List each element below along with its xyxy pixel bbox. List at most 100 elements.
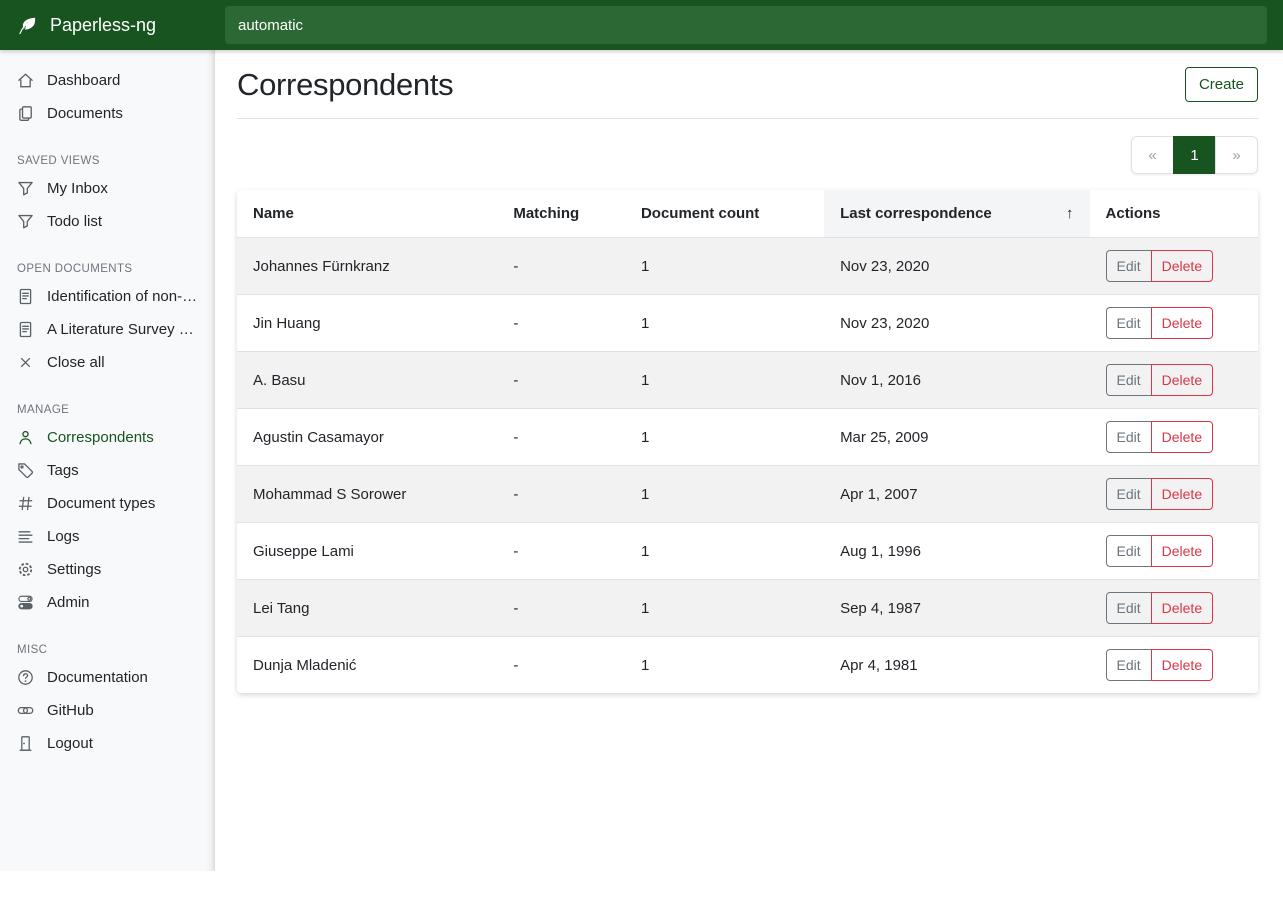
toggles-icon: [17, 594, 34, 611]
delete-button[interactable]: Delete: [1151, 478, 1213, 510]
delete-button[interactable]: Delete: [1151, 592, 1213, 624]
cell-last-correspondence: Sep 4, 1987: [824, 580, 1089, 637]
cell-last-correspondence: Nov 23, 2020: [824, 238, 1089, 295]
sidebar-item-label: A Literature Survey on ...: [47, 321, 198, 338]
table-row: Johannes Fürnkranz - 1 Nov 23, 2020 Edit…: [237, 238, 1258, 295]
sidebar-item-label: Document types: [47, 495, 155, 512]
delete-button[interactable]: Delete: [1151, 250, 1213, 282]
cell-matching: -: [497, 637, 625, 694]
sidebar-item-documents[interactable]: Documents: [0, 97, 215, 130]
cell-document-count: 1: [625, 637, 824, 694]
sidebar-item-settings[interactable]: Settings: [0, 553, 215, 586]
row-action-group: Edit Delete: [1106, 364, 1214, 396]
question-circle-icon: [17, 669, 34, 686]
cell-last-correspondence: Nov 1, 2016: [824, 352, 1089, 409]
sidebar-item-documentation[interactable]: Documentation: [0, 661, 215, 694]
cell-last-correspondence: Mar 25, 2009: [824, 409, 1089, 466]
sidebar-item-github[interactable]: GitHub: [0, 694, 215, 727]
brand[interactable]: Paperless-ng: [0, 0, 215, 50]
search-input[interactable]: [225, 6, 1267, 44]
sidebar-item-document-types[interactable]: Document types: [0, 487, 215, 520]
sidebar-item-tags[interactable]: Tags: [0, 454, 215, 487]
delete-button[interactable]: Delete: [1151, 649, 1213, 681]
sidebar-item-admin[interactable]: Admin: [0, 586, 215, 619]
cell-actions: Edit Delete: [1090, 238, 1258, 295]
pagination-page-current[interactable]: 1: [1173, 136, 1216, 174]
edit-button[interactable]: Edit: [1106, 535, 1152, 567]
cell-name: Agustin Casamayor: [237, 409, 497, 466]
cell-document-count: 1: [625, 466, 824, 523]
cell-actions: Edit Delete: [1090, 523, 1258, 580]
delete-button[interactable]: Delete: [1151, 364, 1213, 396]
close-icon: [17, 354, 34, 371]
sidebar-item-todo-list[interactable]: Todo list: [0, 205, 215, 238]
cell-matching: -: [497, 523, 625, 580]
cell-matching: -: [497, 238, 625, 295]
delete-button[interactable]: Delete: [1151, 421, 1213, 453]
sidebar-item-correspondents[interactable]: Correspondents: [0, 421, 215, 454]
table-row: Dunja Mladenić - 1 Apr 4, 1981 Edit Dele…: [237, 637, 1258, 694]
correspondents-table: Name Matching Document count Last corres…: [237, 190, 1258, 693]
sidebar-item-open-document-2[interactable]: A Literature Survey on ...: [0, 313, 215, 346]
cell-matching: -: [497, 466, 625, 523]
cell-matching: -: [497, 580, 625, 637]
cell-document-count: 1: [625, 295, 824, 352]
sidebar-item-close-all[interactable]: Close all: [0, 346, 215, 379]
sidebar-item-dashboard[interactable]: Dashboard: [0, 64, 215, 97]
sidebar-item-open-document-1[interactable]: Identification of non-fu...: [0, 280, 215, 313]
edit-button[interactable]: Edit: [1106, 364, 1152, 396]
row-action-group: Edit Delete: [1106, 307, 1214, 339]
door-icon: [17, 735, 34, 752]
sidebar-item-label: Logs: [47, 528, 80, 545]
row-action-group: Edit Delete: [1106, 592, 1214, 624]
edit-button[interactable]: Edit: [1106, 592, 1152, 624]
column-header-name[interactable]: Name: [237, 190, 497, 238]
cell-document-count: 1: [625, 409, 824, 466]
sidebar-item-logs[interactable]: Logs: [0, 520, 215, 553]
files-icon: [17, 105, 34, 122]
cell-actions: Edit Delete: [1090, 466, 1258, 523]
correspondents-table-body: Johannes Fürnkranz - 1 Nov 23, 2020 Edit…: [237, 238, 1258, 694]
cell-matching: -: [497, 352, 625, 409]
column-header-actions: Actions: [1090, 190, 1258, 238]
cell-name: A. Basu: [237, 352, 497, 409]
edit-button[interactable]: Edit: [1106, 421, 1152, 453]
column-header-matching: Matching: [497, 190, 625, 238]
sort-ascending-icon: ↑: [1058, 205, 1074, 222]
cell-last-correspondence: Apr 4, 1981: [824, 637, 1089, 694]
sidebar-item-label: Close all: [47, 354, 105, 371]
cell-document-count: 1: [625, 352, 824, 409]
column-header-last-correspondence[interactable]: Last correspondence ↑: [824, 190, 1089, 238]
sidebar-item-label: Tags: [47, 462, 79, 479]
cell-document-count: 1: [625, 238, 824, 295]
edit-button[interactable]: Edit: [1106, 307, 1152, 339]
cell-matching: -: [497, 295, 625, 352]
edit-button[interactable]: Edit: [1106, 250, 1152, 282]
person-icon: [17, 429, 34, 446]
sidebar-item-my-inbox[interactable]: My Inbox: [0, 172, 215, 205]
leaf-logo-icon: [17, 15, 38, 36]
text-lines-icon: [17, 528, 34, 545]
pagination-next[interactable]: »: [1215, 136, 1258, 174]
brand-name: Paperless-ng: [50, 15, 156, 36]
pagination-prev[interactable]: «: [1131, 136, 1174, 174]
cell-actions: Edit Delete: [1090, 295, 1258, 352]
sidebar-item-logout[interactable]: Logout: [0, 727, 215, 760]
table-row: A. Basu - 1 Nov 1, 2016 Edit Delete: [237, 352, 1258, 409]
tag-icon: [17, 462, 34, 479]
cell-actions: Edit Delete: [1090, 580, 1258, 637]
cell-name: Johannes Fürnkranz: [237, 238, 497, 295]
column-header-document-count[interactable]: Document count: [625, 190, 824, 238]
sidebar-heading-misc: MISC: [17, 644, 198, 656]
gear-icon: [17, 561, 34, 578]
delete-button[interactable]: Delete: [1151, 307, 1213, 339]
page-title: Correspondents: [237, 67, 453, 103]
edit-button[interactable]: Edit: [1106, 478, 1152, 510]
create-button[interactable]: Create: [1185, 67, 1258, 102]
delete-button[interactable]: Delete: [1151, 535, 1213, 567]
edit-button[interactable]: Edit: [1106, 649, 1152, 681]
table-row: Giuseppe Lami - 1 Aug 1, 1996 Edit Delet…: [237, 523, 1258, 580]
cell-name: Mohammad S Sorower: [237, 466, 497, 523]
sidebar-item-label: Documentation: [47, 669, 148, 686]
sidebar-heading-open-documents: OPEN DOCUMENTS: [17, 263, 198, 275]
